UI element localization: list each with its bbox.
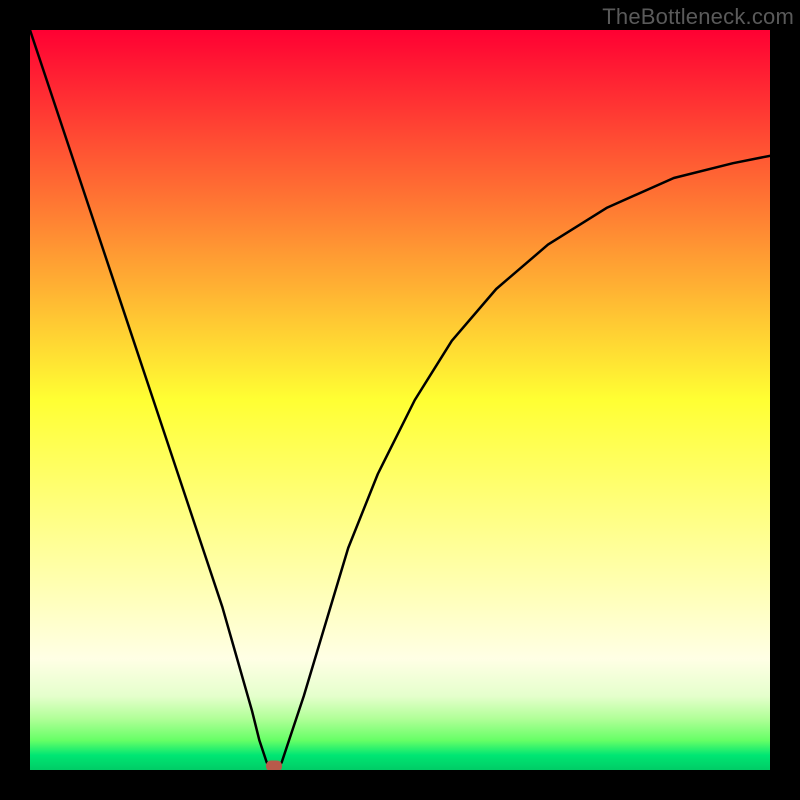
bottleneck-curve xyxy=(30,30,770,770)
plot-area xyxy=(30,30,770,770)
watermark-text: TheBottleneck.com xyxy=(602,4,794,30)
chart-frame: TheBottleneck.com xyxy=(0,0,800,800)
optimal-point-marker xyxy=(266,761,282,770)
